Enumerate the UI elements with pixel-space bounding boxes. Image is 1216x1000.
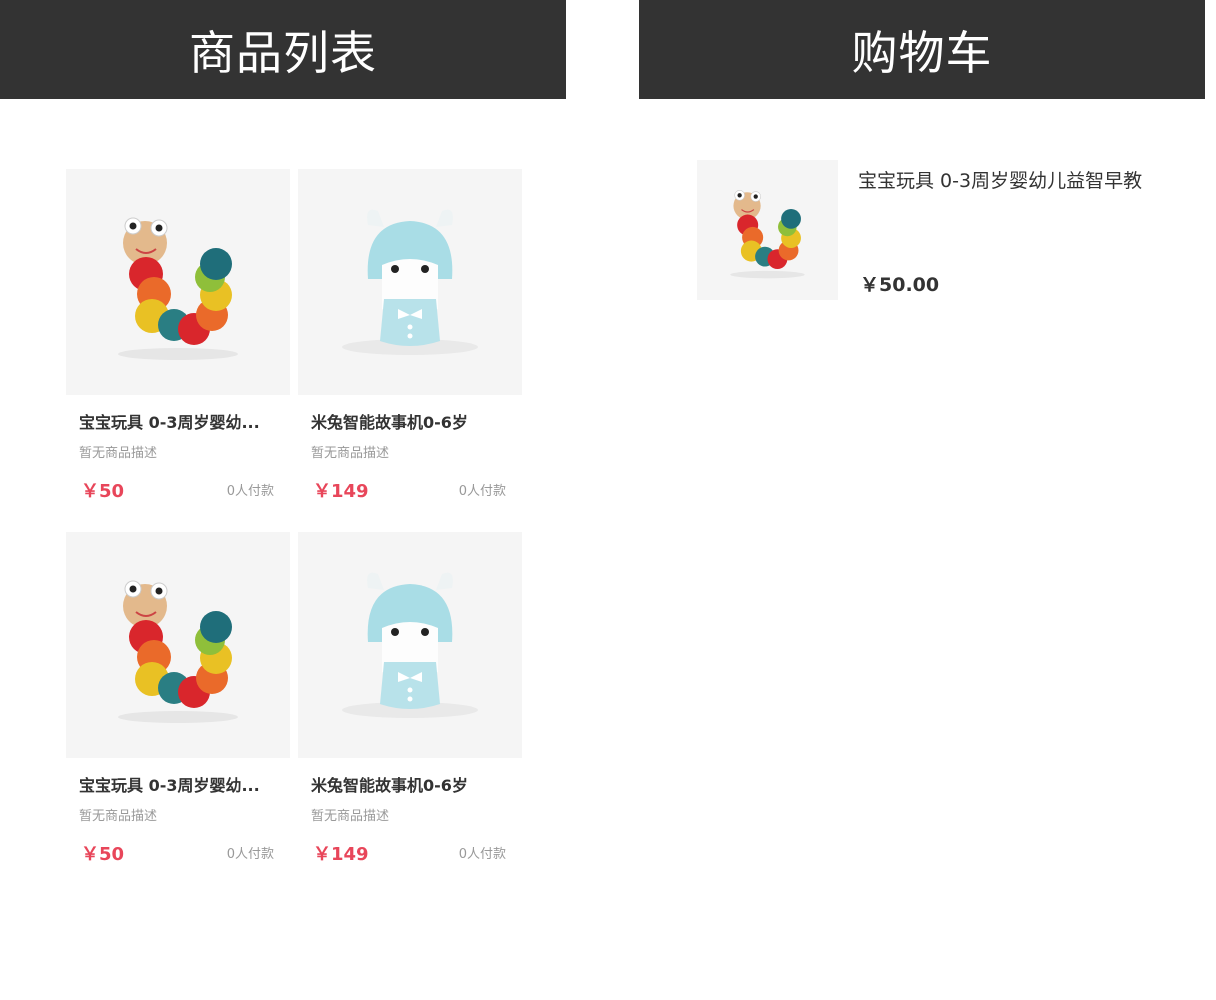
product-sold-count: 0人付款: [226, 484, 274, 499]
product-image-mitu-story-machine[interactable]: [298, 169, 522, 395]
product-description: 暂无商品描述: [311, 809, 390, 824]
product-sold-count: 0人付款: [226, 847, 274, 862]
cart-item[interactable]: 宝宝玩具 0-3周岁婴幼儿益智早教 ￥50.00: [697, 160, 1157, 300]
product-card[interactable]: 米兔智能故事机0-6岁 暂无商品描述 ￥149 0人付款: [298, 169, 522, 502]
product-description: 暂无商品描述: [311, 446, 390, 461]
product-list-title: 商品列表: [189, 25, 377, 80]
product-description: 暂无商品描述: [79, 446, 158, 461]
product-price: ￥50: [81, 844, 125, 865]
product-image-caterpillar-toy[interactable]: [66, 169, 290, 395]
product-name[interactable]: 米兔智能故事机0-6岁: [311, 409, 511, 433]
product-sold-count: 0人付款: [458, 847, 506, 862]
product-name[interactable]: 宝宝玩具 0-3周岁婴幼...: [79, 409, 279, 433]
product-name[interactable]: 宝宝玩具 0-3周岁婴幼...: [79, 772, 279, 796]
product-price: ￥149: [313, 481, 369, 502]
product-card[interactable]: 宝宝玩具 0-3周岁婴幼... 暂无商品描述 ￥50 0人付款: [66, 532, 290, 865]
cart-header: 购物车: [639, 0, 1205, 99]
product-list-header: 商品列表: [0, 0, 566, 99]
cart-item-image-caterpillar-toy[interactable]: [697, 160, 838, 300]
cart-title: 购物车: [851, 25, 993, 80]
product-card[interactable]: 米兔智能故事机0-6岁 暂无商品描述 ￥149 0人付款: [298, 532, 522, 865]
product-name[interactable]: 米兔智能故事机0-6岁: [311, 772, 511, 796]
product-price: ￥149: [313, 844, 369, 865]
product-image-caterpillar-toy[interactable]: [66, 532, 290, 758]
cart-item-price: ￥50.00: [860, 274, 940, 296]
product-sold-count: 0人付款: [458, 484, 506, 499]
product-card[interactable]: 宝宝玩具 0-3周岁婴幼... 暂无商品描述 ￥50 0人付款: [66, 169, 290, 502]
cart-item-title[interactable]: 宝宝玩具 0-3周岁婴幼儿益智早教: [858, 166, 1142, 193]
product-description: 暂无商品描述: [79, 809, 158, 824]
product-price: ￥50: [81, 481, 125, 502]
product-image-mitu-story-machine[interactable]: [298, 532, 522, 758]
